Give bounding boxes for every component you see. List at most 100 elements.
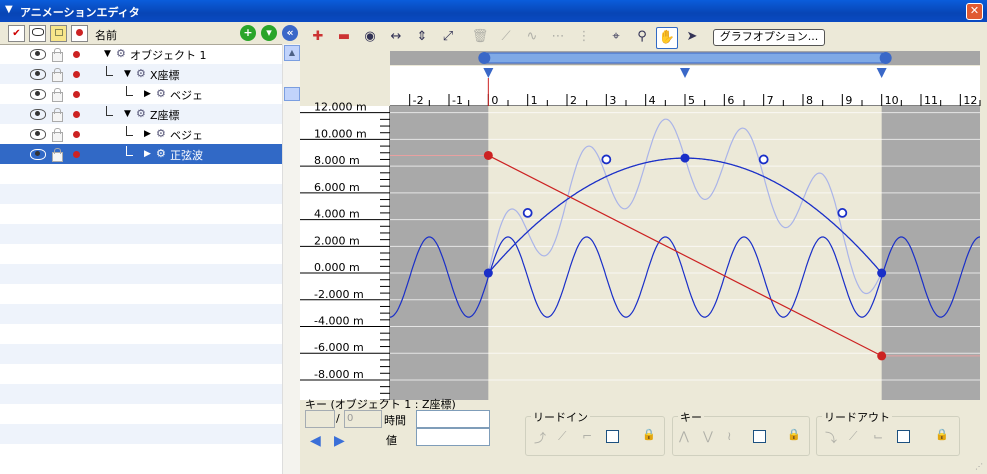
visibility-icon[interactable]: [30, 129, 46, 140]
scroll-thumb[interactable]: [284, 87, 300, 101]
expander-icon[interactable]: ▼: [124, 109, 131, 119]
lock-icon[interactable]: [52, 128, 63, 142]
lead-out-linear-icon[interactable]: ⟋: [849, 429, 857, 444]
visibility-icon[interactable]: [30, 89, 46, 100]
bezier-handle-point[interactable]: [837, 208, 848, 218]
record-icon[interactable]: [73, 111, 80, 118]
time-input[interactable]: [416, 410, 490, 428]
zoom-icon[interactable]: ⚲: [632, 27, 652, 47]
scroll-up-icon[interactable]: ▲: [284, 45, 300, 61]
key-smooth-icon[interactable]: ⋀: [679, 429, 689, 443]
step-tangent-icon[interactable]: ⋮: [574, 27, 594, 47]
bezier-handle-point[interactable]: [758, 154, 769, 165]
lock-icon[interactable]: [52, 68, 63, 82]
record-icon[interactable]: [73, 91, 80, 98]
lead-in-curve-icon[interactable]: ⤴: [534, 429, 546, 446]
record-icon[interactable]: [73, 131, 80, 138]
key-checkbox[interactable]: [753, 430, 766, 443]
bezier-handle-point[interactable]: [522, 208, 533, 218]
record-icon[interactable]: [73, 51, 80, 58]
lock-icon[interactable]: [52, 148, 63, 162]
visibility-icon[interactable]: [30, 149, 46, 160]
lead-in-checkbox[interactable]: [606, 430, 619, 443]
plot-area[interactable]: [390, 106, 980, 400]
lead-in-lock-icon[interactable]: 🔒: [642, 428, 656, 441]
lock-icon[interactable]: [52, 108, 63, 122]
lock-icon[interactable]: [52, 88, 63, 102]
linear-key-point[interactable]: [483, 150, 493, 160]
next-key-icon[interactable]: ▶: [334, 433, 345, 449]
delete-icon[interactable]: 🗑: [470, 27, 490, 47]
visibility-icon[interactable]: [30, 69, 46, 80]
fit-all-icon[interactable]: ⤢: [438, 27, 458, 47]
range-start-handle[interactable]: [478, 52, 491, 64]
ruler-tick-label: 12: [963, 94, 977, 107]
curve-graph[interactable]: -2 -1 0 1 2 3 4 5 6 7 8 9 10 11 12 12.000 m10.000 m8.0…: [300, 48, 987, 400]
visibility-icon[interactable]: [30, 49, 46, 60]
lead-out-lock-icon[interactable]: 🔒: [935, 428, 949, 441]
key-corner-icon[interactable]: ⋁: [703, 429, 713, 443]
record-icon[interactable]: [73, 151, 80, 158]
visibility-icon[interactable]: [30, 109, 46, 120]
bezier-key-point[interactable]: [483, 268, 493, 278]
add-point-icon[interactable]: ⌖: [606, 27, 626, 47]
flat-tangent-icon[interactable]: ⋯: [548, 27, 568, 47]
range-end-handle[interactable]: [879, 52, 892, 64]
key-tangent-icon[interactable]: ≀: [727, 429, 732, 443]
active-region: [488, 106, 882, 400]
bezier-key-point[interactable]: [877, 268, 887, 278]
vertical-scrollbar[interactable]: ▲: [282, 44, 300, 474]
lead-out-checkbox[interactable]: [897, 430, 910, 443]
collapse-left-button[interactable]: «: [282, 25, 298, 41]
lead-out-step-icon[interactable]: ⌙: [873, 429, 883, 443]
remove-key-icon[interactable]: ▬: [334, 27, 354, 47]
record-header-icon[interactable]: [71, 25, 88, 42]
y-tick-label: -4.000 m: [314, 315, 364, 328]
tree-row[interactable]: ▼ ⚙ オブジェクト 1: [0, 44, 282, 64]
record-icon[interactable]: [73, 71, 80, 78]
view-icon[interactable]: ◉: [360, 27, 380, 47]
tree-row[interactable]: ▼ ⚙ X座標: [0, 64, 282, 84]
linear-tangent-icon[interactable]: ⟋: [496, 27, 516, 47]
tree-row-label: X座標: [150, 69, 180, 82]
expander-icon[interactable]: ▶: [144, 89, 151, 99]
lead-in-step-icon[interactable]: ⌐: [582, 429, 592, 443]
check-all-icon[interactable]: ✔: [8, 25, 25, 42]
graph-options-button[interactable]: グラフオプション...: [713, 29, 825, 46]
tree-row[interactable]: ▼ ⚙ Z座標: [0, 104, 282, 124]
tree-row[interactable]: ▶ ⚙ ベジェ: [0, 84, 282, 104]
add-key-icon[interactable]: ✚: [308, 27, 328, 47]
visibility-header-icon[interactable]: [29, 25, 46, 42]
resize-grip-icon[interactable]: ⋰: [975, 462, 985, 472]
key-index-input[interactable]: [305, 410, 335, 428]
add-button[interactable]: +: [240, 25, 256, 41]
expander-icon[interactable]: ▶: [144, 149, 151, 159]
lead-out-curve-icon[interactable]: ⤵: [825, 429, 837, 446]
fit-vertical-icon[interactable]: ⇕: [412, 27, 432, 47]
ruler-tick-label: 4: [649, 94, 656, 107]
bezier-handle-point[interactable]: [601, 154, 612, 165]
expander-icon[interactable]: ▼: [104, 49, 111, 59]
expander-icon[interactable]: ▶: [144, 129, 151, 139]
pan-hand-icon[interactable]: ✋: [656, 27, 678, 49]
move-down-button[interactable]: ▾: [261, 25, 277, 41]
select-arrow-icon[interactable]: ➤: [682, 27, 702, 47]
key-lock-icon[interactable]: 🔒: [787, 428, 801, 441]
bezier-key-point[interactable]: [680, 153, 690, 163]
timeline-range-bar[interactable]: [481, 52, 889, 64]
lock-header-icon[interactable]: [50, 25, 67, 42]
prev-key-icon[interactable]: ◀: [310, 433, 321, 449]
tree-row[interactable]: ▶ ⚙ 正弦波: [0, 144, 282, 164]
tree-row[interactable]: ▶ ⚙ ベジェ: [0, 124, 282, 144]
close-button[interactable]: ✕: [966, 3, 983, 20]
fit-horizontal-icon[interactable]: ↔: [386, 27, 406, 47]
lead-in-linear-icon[interactable]: ⟋: [558, 429, 566, 444]
collapse-icon[interactable]: ▼: [5, 4, 13, 15]
linear-key-point[interactable]: [877, 351, 887, 361]
value-input[interactable]: [416, 428, 490, 446]
empty-row: [0, 224, 282, 244]
key-count-input[interactable]: 0: [344, 410, 382, 428]
smooth-tangent-icon[interactable]: ∿: [522, 27, 542, 47]
expander-icon[interactable]: ▼: [124, 69, 131, 79]
lock-icon[interactable]: [52, 48, 63, 62]
